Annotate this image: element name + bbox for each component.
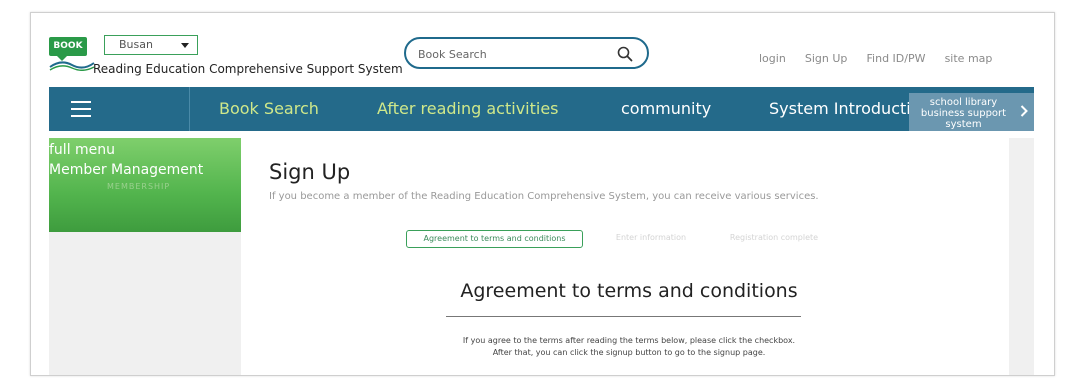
nav-item-book-search[interactable]: Book Search xyxy=(219,87,319,131)
signup-link[interactable]: Sign Up xyxy=(805,52,848,65)
hamburger-menu-icon[interactable] xyxy=(49,87,190,131)
menu-bar xyxy=(71,101,91,103)
section-description-line: If you agree to the terms after reading … xyxy=(462,336,796,345)
menu-bar xyxy=(71,115,91,117)
region-select-value: Busan xyxy=(119,38,153,51)
caret-down-icon xyxy=(181,43,189,48)
site-header: BOOK Busan Reading Education Comprehensi… xyxy=(31,13,1054,87)
login-link[interactable]: login xyxy=(759,52,786,65)
site-logo[interactable]: BOOK xyxy=(49,37,95,71)
nav-side-line: business support xyxy=(920,108,1007,119)
full-menu-label[interactable]: full menu xyxy=(49,142,115,158)
logo-book-badge: BOOK xyxy=(49,37,87,61)
search-input[interactable] xyxy=(418,45,608,63)
chevron-right-icon xyxy=(1020,105,1028,117)
school-library-support-button[interactable]: school library business support system xyxy=(909,93,1034,131)
section-divider xyxy=(446,316,801,317)
find-id-pw-link[interactable]: Find ID/PW xyxy=(867,52,926,65)
section-description-line: After that, you can click the signup but… xyxy=(492,348,766,357)
nav-side-line: school library xyxy=(929,97,998,108)
search-icon[interactable] xyxy=(617,46,633,62)
utility-links: login Sign Up Find ID/PW site map xyxy=(759,47,1006,66)
nav-item-system-introduction[interactable]: System Introduction xyxy=(769,87,931,131)
nav-side-line: system xyxy=(945,119,982,130)
book-search-box xyxy=(404,37,649,69)
membership-subtitle: MEMBERSHIP xyxy=(107,182,171,191)
section-description: If you agree to the terms after reading … xyxy=(249,335,1009,359)
member-management-title: Member Management xyxy=(49,162,204,178)
main-nav: Book Search After reading activities com… xyxy=(49,87,1034,131)
step-enter-information: Enter information xyxy=(615,233,687,242)
nav-item-community[interactable]: community xyxy=(621,87,711,131)
right-gutter xyxy=(1009,138,1034,375)
step-registration-complete: Registration complete xyxy=(729,233,819,242)
member-management-box: full menu Member Management MEMBERSHIP xyxy=(49,138,241,232)
section-title: Agreement to terms and conditions xyxy=(460,280,798,302)
side-panel: full menu Member Management MEMBERSHIP xyxy=(49,138,241,375)
step-agreement: Agreement to terms and conditions xyxy=(406,230,583,248)
page-description: If you become a member of the Reading Ed… xyxy=(269,191,819,202)
site-name: Reading Education Comprehensive Support … xyxy=(93,62,403,76)
menu-bar xyxy=(71,108,91,110)
region-select[interactable]: Busan xyxy=(104,35,198,55)
site-map-link[interactable]: site map xyxy=(945,52,993,65)
browser-frame: BOOK Busan Reading Education Comprehensi… xyxy=(30,12,1055,376)
main-content: Sign Up If you become a member of the Re… xyxy=(249,138,1009,375)
nav-item-after-reading[interactable]: After reading activities xyxy=(377,87,559,131)
page-title: Sign Up xyxy=(269,160,351,184)
logo-wave-icon xyxy=(49,61,95,71)
